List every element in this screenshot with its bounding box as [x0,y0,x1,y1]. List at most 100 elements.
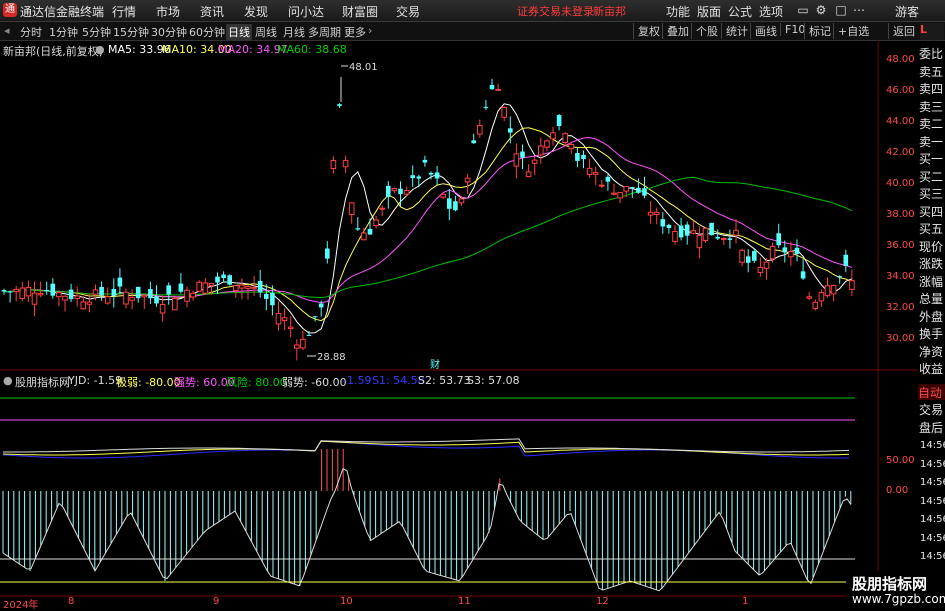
candle-body [727,238,733,240]
menu-discover[interactable]: 发现 [244,3,268,20]
window-icon[interactable]: ▭ [795,2,811,18]
candle-body [544,140,550,148]
candle-body [428,172,434,175]
candle-body [104,296,111,304]
candle-body [281,317,288,321]
finance-marker[interactable]: 财 [430,358,440,371]
candle-body [80,301,87,310]
settings-icon[interactable]: ⚙ [813,2,829,18]
quote-label-12: 涨跌 [919,257,944,271]
x-tick: 11 [458,596,471,607]
period-5min[interactable]: 5分钟 [82,24,111,40]
period-more[interactable]: 更多 [344,24,366,40]
btn-overlay[interactable]: 叠加 [662,23,689,39]
candle-body [592,172,599,175]
tab-trade[interactable]: 交易 [919,402,943,418]
menu-market[interactable]: 行情 [112,3,136,20]
menu-function[interactable]: 功能 [666,3,690,20]
candle-body [739,249,745,263]
tab-auto[interactable]: 自动 [918,384,945,400]
guest-login[interactable]: 游客 [895,3,919,20]
x-tick: 8 [68,596,75,607]
btn-back[interactable]: 返回 [888,23,915,39]
menu-wealth[interactable]: 财富圈 [342,3,378,20]
candle-body [586,167,593,175]
period-weekly[interactable]: 周线 [255,24,277,40]
quote-label-18: 收益 [919,362,944,376]
login-warning[interactable]: 证券交易未登录 [517,3,594,19]
period-multi[interactable]: 多周期 [308,24,341,40]
candle-body [159,303,166,314]
more-chevron-icon[interactable]: › [368,24,372,37]
candle-body [245,285,251,289]
price-tick: 46.00 [886,85,915,96]
candle-body [1,290,7,292]
candle-body [824,285,831,297]
btn-mark[interactable]: 标记 [804,23,831,39]
period-60min[interactable]: 60分钟 [189,24,225,40]
watermark: 股朋指标网 www.7gpzb.com [846,571,945,609]
period-1min[interactable]: 1分钟 [49,24,78,40]
candle-body [642,188,647,196]
menu-options[interactable]: 选项 [759,3,783,20]
fullscreen-icon[interactable]: □ [833,2,849,18]
period-fenshi[interactable]: 分时 [20,24,42,40]
candle-body [769,245,776,260]
candle-body [294,344,300,349]
period-30min[interactable]: 30分钟 [151,24,187,40]
candle-body [715,236,720,239]
candle-body [525,171,532,178]
candle-body [25,286,32,297]
period-monthly[interactable]: 月线 [283,24,305,40]
more-icon[interactable]: ⋯ [851,2,867,18]
btn-stock[interactable]: 个股 [691,23,718,39]
tab-after[interactable]: 盘后 [919,420,943,436]
menu-ask[interactable]: 问小达 [288,3,324,20]
tick-time: 14:56 [920,514,945,525]
candle-body [520,151,525,158]
candle-body [233,285,239,292]
menu-formula[interactable]: 公式 [728,3,752,20]
candle-body [599,184,605,187]
candle-body [806,296,813,299]
period-daily[interactable]: 日线 [226,24,252,40]
candle-body [581,154,586,160]
candle-body [702,227,709,241]
candle-body [508,128,513,133]
candle-body [709,222,714,236]
btn-fuquan[interactable]: 复权 [633,23,660,39]
menu-trade[interactable]: 交易 [396,3,420,20]
candle-body [337,104,342,106]
btn-add-watchlist[interactable]: +自选 [833,23,869,39]
candle-body [794,247,800,254]
candle-body [74,295,81,299]
menu-news[interactable]: 资讯 [200,3,224,20]
btn-draw[interactable]: 画线 [750,23,777,39]
candle-body [575,153,580,161]
candle-body [31,292,38,305]
candle-body [403,190,410,195]
side-panel-header[interactable]: L [920,23,944,40]
candle-body [172,297,178,311]
price-tick: 44.00 [886,116,915,127]
btn-stats[interactable]: 统计 [721,23,748,39]
menu-marketplace[interactable]: 市场 [156,3,180,20]
menu-layout[interactable]: 版面 [697,3,721,20]
candle-body [367,228,373,235]
btn-f10[interactable]: F10 [780,23,805,36]
candle-body [562,133,569,144]
candle-body [287,326,294,330]
toolbar-arrow-icon[interactable]: ◂ [4,24,10,37]
quote-label-7: 买二 [919,169,944,184]
period-15min[interactable]: 15分钟 [113,24,149,40]
candle-body [50,283,56,296]
candle-body [636,187,641,193]
quote-label-11: 现价 [919,239,944,254]
candle-body [318,303,324,308]
kline-chart[interactable]: 48.01 28.88 财 [0,40,918,609]
candle-body [440,193,446,198]
candle-body [37,292,44,296]
candle-body [44,289,49,292]
quote-label-4: 卖二 [919,117,944,131]
ma-line [4,136,853,304]
